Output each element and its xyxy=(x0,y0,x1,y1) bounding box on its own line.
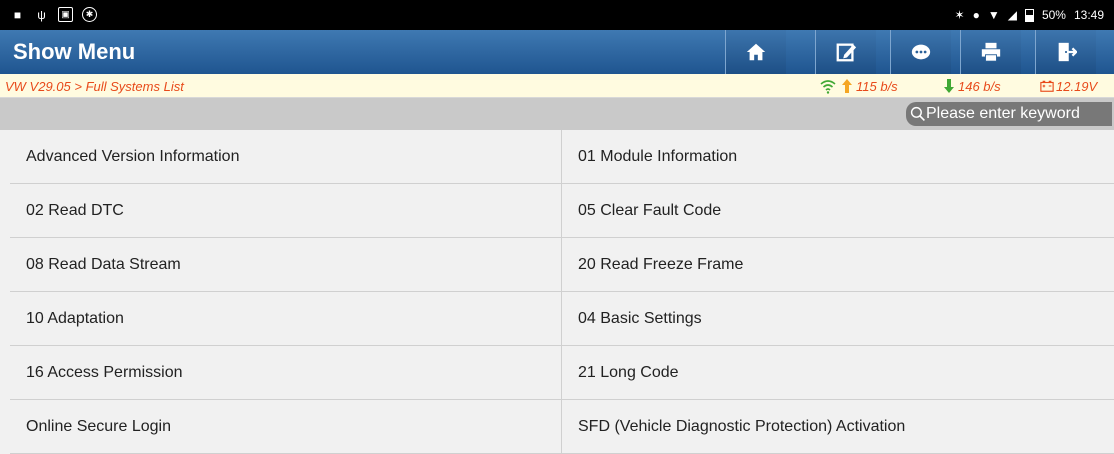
notification-icon: ■ xyxy=(13,7,22,22)
upload-arrow-icon xyxy=(842,79,852,93)
breadcrumb: VW V29.05 > Full Systems List xyxy=(5,79,184,94)
clock: 13:49 xyxy=(1073,8,1104,22)
exit-button[interactable] xyxy=(1035,30,1096,74)
download-rate: 146 b/s xyxy=(942,78,1001,94)
gallery-icon: ▣ xyxy=(58,7,73,22)
edit-button[interactable] xyxy=(815,30,876,74)
menu-item-read-data-stream[interactable]: 08 Read Data Stream xyxy=(10,238,562,291)
search-bar-row xyxy=(0,98,1114,130)
exit-icon xyxy=(1058,42,1077,62)
status-bar-right: ✶ ● ▼ ◢ 50% 13:49 xyxy=(955,8,1105,22)
wifi-signal-icon xyxy=(820,80,836,94)
search-input[interactable] xyxy=(926,105,1112,123)
upload-rate: 115 b/s xyxy=(818,78,898,94)
menu-row: 02 Read DTC 05 Clear Fault Code xyxy=(10,184,1114,238)
wifi-icon: ▼ xyxy=(987,8,1000,22)
menu-item-long-code[interactable]: 21 Long Code xyxy=(562,346,1114,399)
home-button[interactable] xyxy=(725,30,786,74)
search-box[interactable] xyxy=(906,102,1112,126)
menu-item-basic-settings[interactable]: 04 Basic Settings xyxy=(562,292,1114,345)
print-button[interactable] xyxy=(960,30,1021,74)
info-bar: VW V29.05 > Full Systems List 115 b/s 14… xyxy=(0,74,1114,98)
signal-icon: ◢ xyxy=(1007,8,1017,22)
status-bar-left-icons: ■ ψ ▣ ✱ xyxy=(10,7,97,22)
menu-row: Online Secure Login SFD (Vehicle Diagnos… xyxy=(10,400,1114,454)
menu-row: 10 Adaptation 04 Basic Settings xyxy=(10,292,1114,346)
edit-icon xyxy=(836,43,857,62)
menu-item-online-secure-login[interactable]: Online Secure Login xyxy=(10,400,562,453)
app-header: Show Menu xyxy=(0,30,1114,74)
menu-row: 08 Read Data Stream 20 Read Freeze Frame xyxy=(10,238,1114,292)
menu-item-access-permission[interactable]: 16 Access Permission xyxy=(10,346,562,399)
menu-row: Advanced Version Information 01 Module I… xyxy=(10,130,1114,184)
message-button[interactable] xyxy=(890,30,951,74)
menu-item-read-freeze-frame[interactable]: 20 Read Freeze Frame xyxy=(562,238,1114,291)
menu-item-read-dtc[interactable]: 02 Read DTC xyxy=(10,184,562,237)
battery-icon xyxy=(1024,8,1034,22)
download-rate-value: 146 b/s xyxy=(958,78,1001,94)
message-icon xyxy=(911,44,931,60)
menu-item-sfd-activation[interactable]: SFD (Vehicle Diagnostic Protection) Acti… xyxy=(562,400,1114,453)
bluetooth-icon: ✶ xyxy=(954,8,965,22)
status-bar: ■ ψ ▣ ✱ ✶ ● ▼ ◢ 50% 13:49 xyxy=(0,0,1114,30)
dnd-icon: ● xyxy=(972,8,980,22)
search-icon xyxy=(910,106,925,121)
menu-row: 16 Access Permission 21 Long Code xyxy=(10,346,1114,400)
page-title: Show Menu xyxy=(13,39,136,64)
menu-item-advanced-version-information[interactable]: Advanced Version Information xyxy=(10,130,562,183)
voltage-value: 12.19V xyxy=(1056,78,1098,94)
menu-item-module-information[interactable]: 01 Module Information xyxy=(562,130,1114,183)
menu-item-adaptation[interactable]: 10 Adaptation xyxy=(10,292,562,345)
home-icon xyxy=(746,43,766,61)
voltage: 12.19V xyxy=(1040,78,1097,94)
settings-circle-icon: ✱ xyxy=(82,7,97,22)
menu-item-clear-fault-code[interactable]: 05 Clear Fault Code xyxy=(562,184,1114,237)
battery-voltage-icon xyxy=(1040,80,1054,92)
upload-rate-value: 115 b/s xyxy=(856,78,898,94)
print-icon xyxy=(981,42,1001,62)
battery-percent: 50% xyxy=(1041,8,1066,22)
usb-icon: ψ xyxy=(37,7,46,22)
download-arrow-icon xyxy=(944,79,954,93)
function-menu: Advanced Version Information 01 Module I… xyxy=(10,130,1114,454)
